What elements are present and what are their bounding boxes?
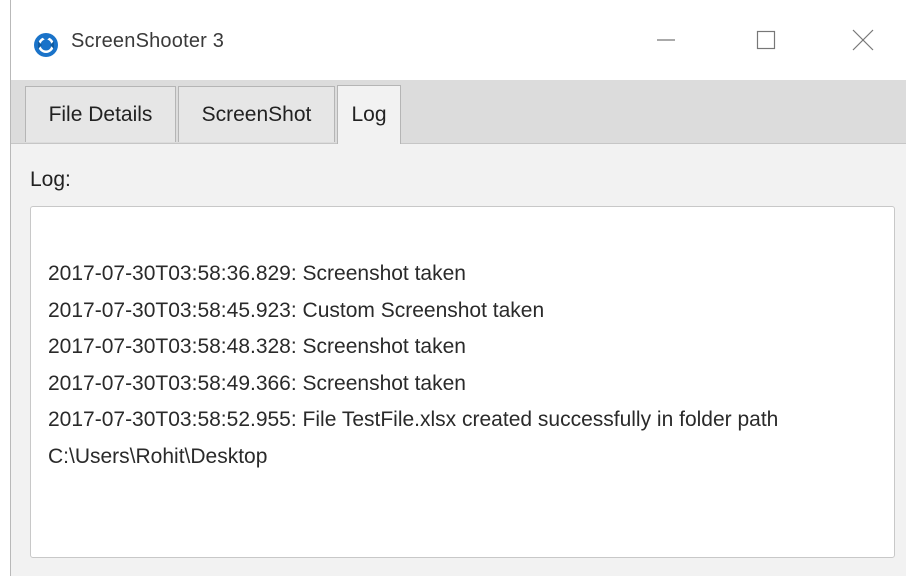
minimize-button[interactable] [636, 18, 696, 66]
log-entry: 2017-07-30T03:58:45.923: Custom Screensh… [48, 298, 545, 322]
log-label: Log: [30, 168, 71, 191]
log-entry: 2017-07-30T03:58:48.328: Screenshot take… [48, 335, 466, 359]
log-text-area[interactable]: 2017-07-30T03:58:36.829: Screenshot take… [30, 206, 895, 558]
close-button[interactable] [833, 18, 893, 66]
maximize-button[interactable] [736, 18, 796, 66]
log-entry: 2017-07-30T03:58:49.366: Screenshot take… [48, 371, 466, 395]
close-icon [852, 29, 874, 56]
maximize-icon [756, 30, 776, 55]
minimize-icon [656, 30, 676, 55]
tab-log[interactable]: Log [337, 85, 401, 144]
window-title: ScreenShooter 3 [71, 30, 225, 52]
screenshooter-app-icon [33, 32, 59, 58]
tab-screenshot[interactable]: ScreenShot [178, 86, 335, 142]
tab-file-details[interactable]: File Details [25, 86, 176, 142]
log-entry: 2017-07-30T03:58:52.955: File TestFile.x… [48, 408, 779, 468]
title-bar[interactable]: ScreenShooter 3 [11, 0, 906, 80]
log-entry: 2017-07-30T03:58:36.829: Screenshot take… [48, 262, 466, 285]
app-window: ScreenShooter 3 File Details ScreenShot … [10, 0, 906, 576]
tab-bar: File Details ScreenShot Log [11, 80, 906, 144]
